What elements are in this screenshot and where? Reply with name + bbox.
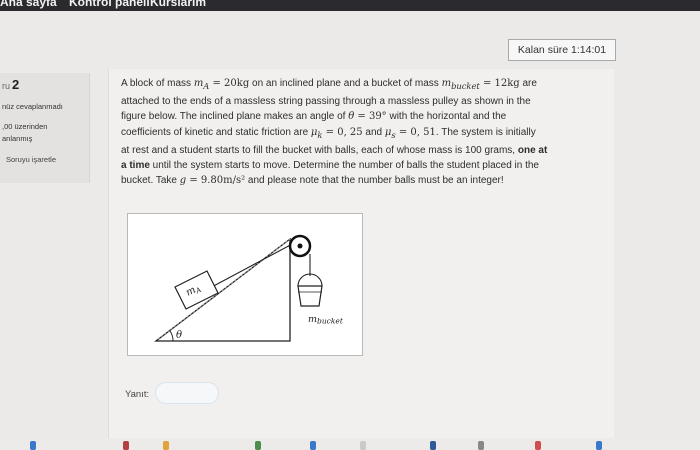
top-navigation-bar: Ana sayfa Kontrol paneli Kurslarım xyxy=(0,0,700,11)
quiz-page: ru 2 nüz cevaplanmadı ,00 üzerinden anlan… xyxy=(0,11,700,450)
question-text: A block of mass mA = 20kg on an inclined… xyxy=(121,76,603,188)
answer-status: nüz cevaplanmadı xyxy=(2,102,63,111)
taskbar-app-icon[interactable] xyxy=(360,441,366,450)
question-line-2: attached to the ends of a massless strin… xyxy=(121,96,531,108)
taskbar-app-icon[interactable] xyxy=(255,441,261,450)
nav-home-link[interactable]: Ana sayfa xyxy=(0,0,57,9)
nav-courses-link[interactable]: Kurslarım xyxy=(150,0,206,9)
question-line-7: bucket. Take g = 9.80m/s² and please not… xyxy=(121,175,504,187)
question-line-3: figure below. The inclined plane makes a… xyxy=(121,111,507,123)
question-content: A block of mass mA = 20kg on an inclined… xyxy=(108,69,614,450)
time-remaining: Kalan süre 1:14:01 xyxy=(508,39,616,61)
taskbar-app-icon[interactable] xyxy=(30,441,36,450)
taskbar-app-icon[interactable] xyxy=(478,441,484,450)
points-line-2: anlanmış xyxy=(2,134,33,143)
taskbar-app-icon[interactable] xyxy=(535,441,541,450)
angle-label: θ xyxy=(176,330,182,341)
question-info-panel: ru 2 nüz cevaplanmadı ,00 üzerinden anlan… xyxy=(0,73,90,183)
taskbar-app-icon[interactable] xyxy=(163,441,169,450)
question-number: ru 2 xyxy=(2,77,20,92)
bucket xyxy=(297,285,323,307)
taskbar-app-icon[interactable] xyxy=(596,441,602,450)
taskbar-app-icon[interactable] xyxy=(430,441,436,450)
bucket-label: mbucket xyxy=(308,314,344,326)
taskbar-app-icon[interactable] xyxy=(123,441,129,450)
question-line-4: coefficients of kinetic and static frict… xyxy=(121,126,536,140)
taskbar-app-icon[interactable] xyxy=(310,441,316,450)
flag-question-link[interactable]: Soruyu işaretle xyxy=(6,155,56,164)
answer-input[interactable] xyxy=(155,382,219,404)
pulley-axle xyxy=(297,243,303,249)
figure-drawing: mA mbucket θ xyxy=(154,234,344,342)
incline-pulley-figure: mA mbucket θ xyxy=(127,213,363,356)
taskbar xyxy=(0,438,700,450)
points-line-1: ,00 üzerinden xyxy=(2,122,48,131)
question-line-1: A block of mass mA = 20kg on an inclined… xyxy=(121,78,537,91)
question-line-5: at rest and a student starts to fill the… xyxy=(121,144,548,156)
answer-label: Yanıt: xyxy=(125,389,150,400)
nav-dashboard-link[interactable]: Kontrol paneli xyxy=(69,0,150,9)
question-line-6: a time until the system starts to move. … xyxy=(121,160,539,172)
